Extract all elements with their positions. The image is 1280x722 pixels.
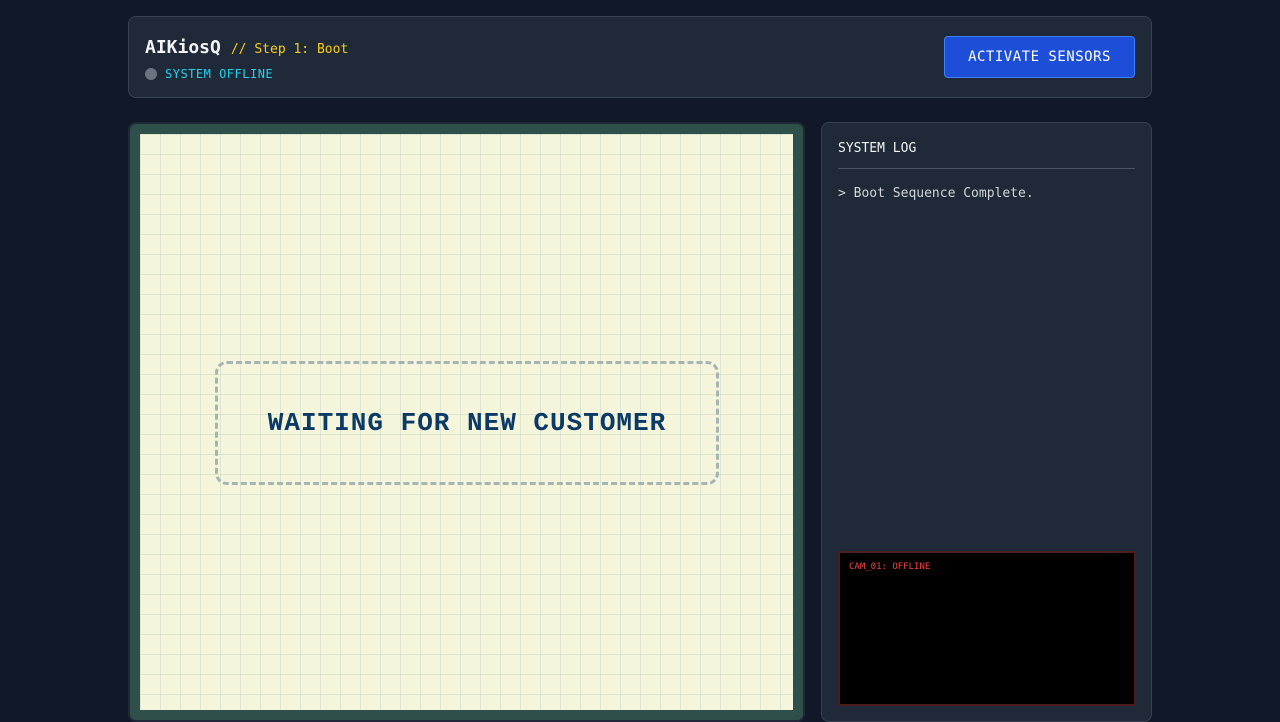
system-status: SYSTEM OFFLINE <box>145 67 273 81</box>
kiosk-screen-frame: WAITING FOR NEW CUSTOMER <box>128 122 805 722</box>
system-log-panel: SYSTEM LOG > Boot Sequence Complete. CAM… <box>821 122 1152 722</box>
kiosk-screen: WAITING FOR NEW CUSTOMER <box>140 134 793 710</box>
status-text: SYSTEM OFFLINE <box>165 67 274 81</box>
step-indicator: // Step 1: Boot <box>230 42 349 57</box>
app-title: AIKiosQ <box>145 37 221 58</box>
log-title: SYSTEM LOG <box>838 141 1135 169</box>
log-entry: > Boot Sequence Complete. <box>838 186 1034 201</box>
waiting-message: WAITING FOR NEW CUSTOMER <box>267 408 667 438</box>
brand-row: AIKiosQ // Step 1: Boot <box>145 37 348 58</box>
activate-sensors-button[interactable]: ACTIVATE SENSORS <box>944 36 1135 78</box>
waiting-message-box: WAITING FOR NEW CUSTOMER <box>215 361 719 485</box>
camera-feed: CAM_01: OFFLINE <box>838 551 1136 706</box>
status-dot-icon <box>145 68 157 80</box>
header-bar: AIKiosQ // Step 1: Boot SYSTEM OFFLINE A… <box>128 16 1152 98</box>
camera-status-label: CAM_01: OFFLINE <box>849 562 931 572</box>
